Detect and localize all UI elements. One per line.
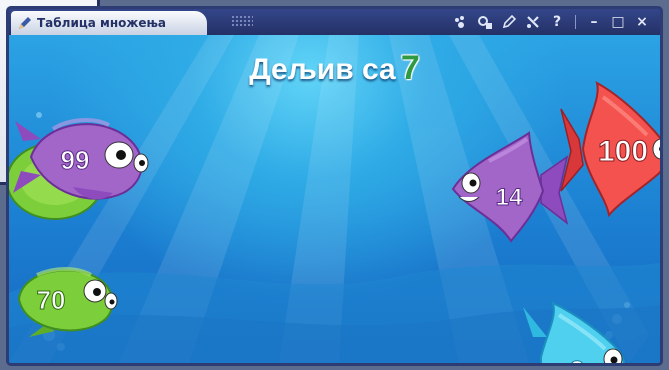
fish-70-label: 70 — [37, 285, 66, 315]
drag-grip-icon[interactable] — [231, 15, 253, 27]
settings-icon[interactable] — [473, 12, 497, 32]
close-button[interactable]: × — [630, 12, 654, 32]
fish-99[interactable]: 99 — [13, 111, 153, 206]
pencil-icon — [17, 15, 33, 31]
minimize-button[interactable]: – — [582, 12, 606, 32]
fish-14-label: 14 — [496, 184, 523, 211]
fish-100[interactable]: 100 — [560, 79, 660, 219]
window-tab[interactable]: Таблица множења — [11, 11, 207, 35]
paw-icon[interactable] — [449, 12, 473, 32]
heading-number: 7 — [400, 49, 420, 87]
fish-70[interactable]: 70 — [15, 259, 125, 339]
window-toolbar: ? – □ × — [449, 11, 654, 33]
fish-14[interactable]: 14 — [449, 127, 569, 247]
fish-100-label: 100 — [598, 135, 648, 168]
help-button[interactable]: ? — [545, 12, 569, 32]
pen-icon[interactable] — [497, 12, 521, 32]
fish-99-label: 99 — [61, 145, 90, 175]
game-window: Таблица множења ? – □ × Дељив са 7 99 70… — [6, 6, 663, 366]
window-title: Таблица множења — [37, 16, 167, 30]
maximize-button[interactable]: □ — [606, 12, 630, 32]
game-area: Дељив са 7 99 70 14 100 — [9, 35, 660, 363]
fish-2-label: 2 — [570, 355, 584, 363]
fish-2[interactable]: 2 — [523, 297, 633, 363]
tools-icon[interactable] — [521, 12, 545, 32]
title-bar: Таблица множења ? – □ × — [9, 9, 660, 35]
heading-text: Дељив са — [249, 53, 396, 86]
toolbar-divider — [575, 15, 576, 29]
